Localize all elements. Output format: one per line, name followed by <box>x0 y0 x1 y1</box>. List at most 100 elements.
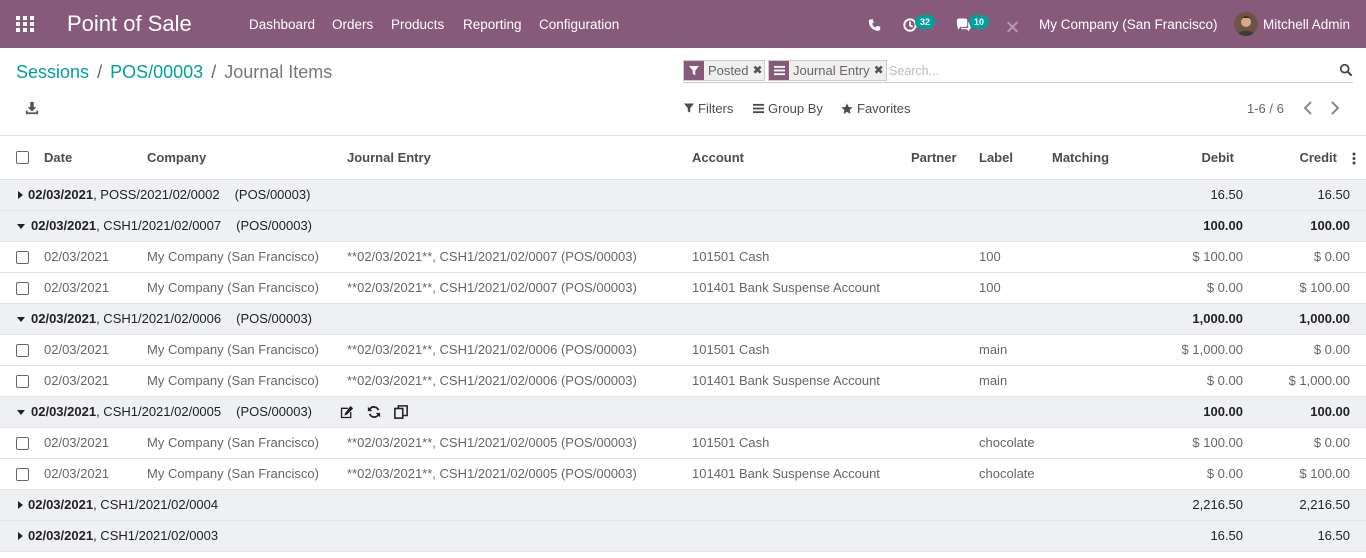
column-matching[interactable]: Matching <box>1052 136 1109 179</box>
cell-label: 100 <box>979 280 1001 295</box>
group-debit-total: 16.50 <box>1210 528 1243 543</box>
menu-products[interactable]: Products <box>391 0 444 48</box>
cell-label: main <box>979 342 1008 357</box>
table-row[interactable]: 02/03/2021 My Company (San Francisco) **02… <box>0 428 1366 459</box>
row-checkbox[interactable] <box>16 468 29 481</box>
group-ref: , CSH1/2021/02/0004 <box>93 497 219 512</box>
facet-value: Journal Entry <box>793 63 870 78</box>
download-icon[interactable] <box>25 101 39 115</box>
group-debit-total: 100.00 <box>1203 404 1243 419</box>
phone-icon[interactable] <box>868 17 881 33</box>
group-ref: , CSH1/2021/02/0003 <box>93 528 219 543</box>
group-date: 02/03/2021 <box>31 311 97 326</box>
cell-journal-entry: **02/03/2021**, CSH1/2021/02/0007 (POS/0… <box>347 249 637 264</box>
cell-account: 101401 Bank Suspense Account <box>692 280 880 295</box>
table-row[interactable]: 02/03/2021 My Company (San Francisco) **02… <box>0 335 1366 366</box>
column-journal-entry[interactable]: Journal Entry <box>347 136 431 179</box>
caret-right-icon <box>18 532 23 540</box>
cell-debit: $ 0.00 <box>1206 280 1243 295</box>
column-account[interactable]: Account <box>692 136 744 179</box>
caret-down-icon <box>17 317 25 322</box>
cell-account: 101401 Bank Suspense Account <box>692 466 880 481</box>
company-switcher[interactable]: My Company (San Francisco) <box>1039 0 1218 50</box>
optional-columns-icon[interactable] <box>1352 152 1356 165</box>
cell-date: 02/03/2021 <box>44 249 110 264</box>
group-session: (POS/00003) <box>236 218 312 233</box>
menu-configuration[interactable]: Configuration <box>539 0 619 48</box>
cell-company: My Company (San Francisco) <box>147 342 319 357</box>
table-row[interactable]: 02/03/2021 My Company (San Francisco) **02… <box>0 242 1366 273</box>
menu-dashboard[interactable]: Dashboard <box>249 0 315 48</box>
caret-right-icon <box>18 501 23 509</box>
select-all-checkbox[interactable] <box>16 151 29 164</box>
app-title[interactable]: Point of Sale <box>67 11 192 37</box>
cell-journal-entry: **02/03/2021**, CSH1/2021/02/0007 (POS/0… <box>347 280 637 295</box>
group-debit-total: 1,000.00 <box>1192 311 1243 326</box>
breadcrumb-sessions[interactable]: Sessions <box>16 62 89 82</box>
group-ref: , CSH1/2021/02/0005 <box>96 404 222 419</box>
cell-account: 101501 Cash <box>692 342 770 357</box>
table-row[interactable]: 02/03/2021 My Company (San Francisco) **02… <box>0 366 1366 397</box>
avatar[interactable] <box>1234 12 1258 36</box>
remove-facet-icon[interactable]: ✖ <box>752 61 764 80</box>
favorites-button[interactable]: Favorites <box>841 101 910 116</box>
row-checkbox[interactable] <box>16 251 29 264</box>
cell-account: 101501 Cash <box>692 435 770 450</box>
group-row[interactable]: 02/03/2021, CSH1/2021/02/0004 2,216.50 2,2… <box>0 490 1366 521</box>
cell-company: My Company (San Francisco) <box>147 466 319 481</box>
filters-button[interactable]: Filters <box>684 101 733 116</box>
column-company[interactable]: Company <box>147 136 206 179</box>
group-ref: , CSH1/2021/02/0007 <box>96 218 222 233</box>
breadcrumb: Sessions / POS/00003 / Journal Items <box>16 62 332 83</box>
apps-icon[interactable] <box>16 16 34 32</box>
cell-date: 02/03/2021 <box>44 373 110 388</box>
table-row[interactable]: 02/03/2021 My Company (San Francisco) **02… <box>0 273 1366 304</box>
column-debit[interactable]: Debit <box>1150 136 1235 179</box>
user-menu[interactable]: Mitchell Admin <box>1263 0 1350 50</box>
wrench-icon[interactable] <box>1006 19 1019 35</box>
group-row[interactable]: 02/03/2021, CSH1/2021/02/0005 (POS/00003)… <box>0 397 1366 428</box>
column-label[interactable]: Label <box>979 136 1013 179</box>
group-row[interactable]: 02/03/2021, CSH1/2021/02/0006 (POS/00003)… <box>0 304 1366 335</box>
edit-icon[interactable] <box>340 405 354 419</box>
group-title: 02/03/2021, CSH1/2021/02/0004 <box>28 490 233 520</box>
group-date: 02/03/2021 <box>31 404 97 419</box>
group-row[interactable]: 02/03/2021, CSH1/2021/02/0007 (POS/00003)… <box>0 211 1366 242</box>
table-body: 02/03/2021, POSS/2021/02/0002 (POS/00003)… <box>0 180 1366 552</box>
group-credit-total: 16.50 <box>1317 187 1350 202</box>
refresh-icon[interactable] <box>367 405 381 419</box>
row-checkbox[interactable] <box>16 375 29 388</box>
group-by-button[interactable]: Group By <box>753 101 823 116</box>
table-row[interactable]: 02/03/2021 My Company (San Francisco) **02… <box>0 459 1366 490</box>
breadcrumb-session[interactable]: POS/00003 <box>110 62 203 82</box>
page-title: Journal Items <box>224 62 333 82</box>
row-checkbox[interactable] <box>16 344 29 357</box>
row-checkbox[interactable] <box>16 282 29 295</box>
chevron-left-icon[interactable] <box>1301 100 1315 116</box>
search-input[interactable] <box>889 62 1309 80</box>
cell-credit: $ 1,000.00 <box>1288 373 1350 388</box>
row-checkbox[interactable] <box>16 437 29 450</box>
facet-journal-entry: Journal Entry ✖ <box>768 60 887 81</box>
group-row[interactable]: 02/03/2021, POSS/2021/02/0002 (POS/00003)… <box>0 180 1366 211</box>
chevron-right-icon[interactable] <box>1328 100 1342 116</box>
filters-label: Filters <box>698 101 734 116</box>
breadcrumb-separator: / <box>97 62 103 82</box>
menu-reporting[interactable]: Reporting <box>463 0 522 48</box>
remove-facet-icon[interactable]: ✖ <box>874 61 886 80</box>
group-row[interactable]: 02/03/2021, CSH1/2021/02/0003 16.50 16.50 <box>0 521 1366 552</box>
column-date[interactable]: Date <box>44 136 72 179</box>
pager-value[interactable]: 1-6 / 6 <box>1247 101 1284 116</box>
group-date: 02/03/2021 <box>28 187 94 202</box>
breadcrumb-separator: / <box>211 62 217 82</box>
copy-icon[interactable] <box>394 405 408 419</box>
cell-debit: $ 100.00 <box>1192 249 1243 264</box>
group-credit-total: 16.50 <box>1317 528 1350 543</box>
caret-down-icon <box>17 410 25 415</box>
search-icon[interactable] <box>1339 63 1353 77</box>
menu-orders[interactable]: Orders <box>332 0 373 48</box>
group-debit-total: 100.00 <box>1203 218 1243 233</box>
facet-value: Posted <box>708 63 749 78</box>
column-credit[interactable]: Credit <box>1250 136 1337 179</box>
column-partner[interactable]: Partner <box>911 136 957 179</box>
